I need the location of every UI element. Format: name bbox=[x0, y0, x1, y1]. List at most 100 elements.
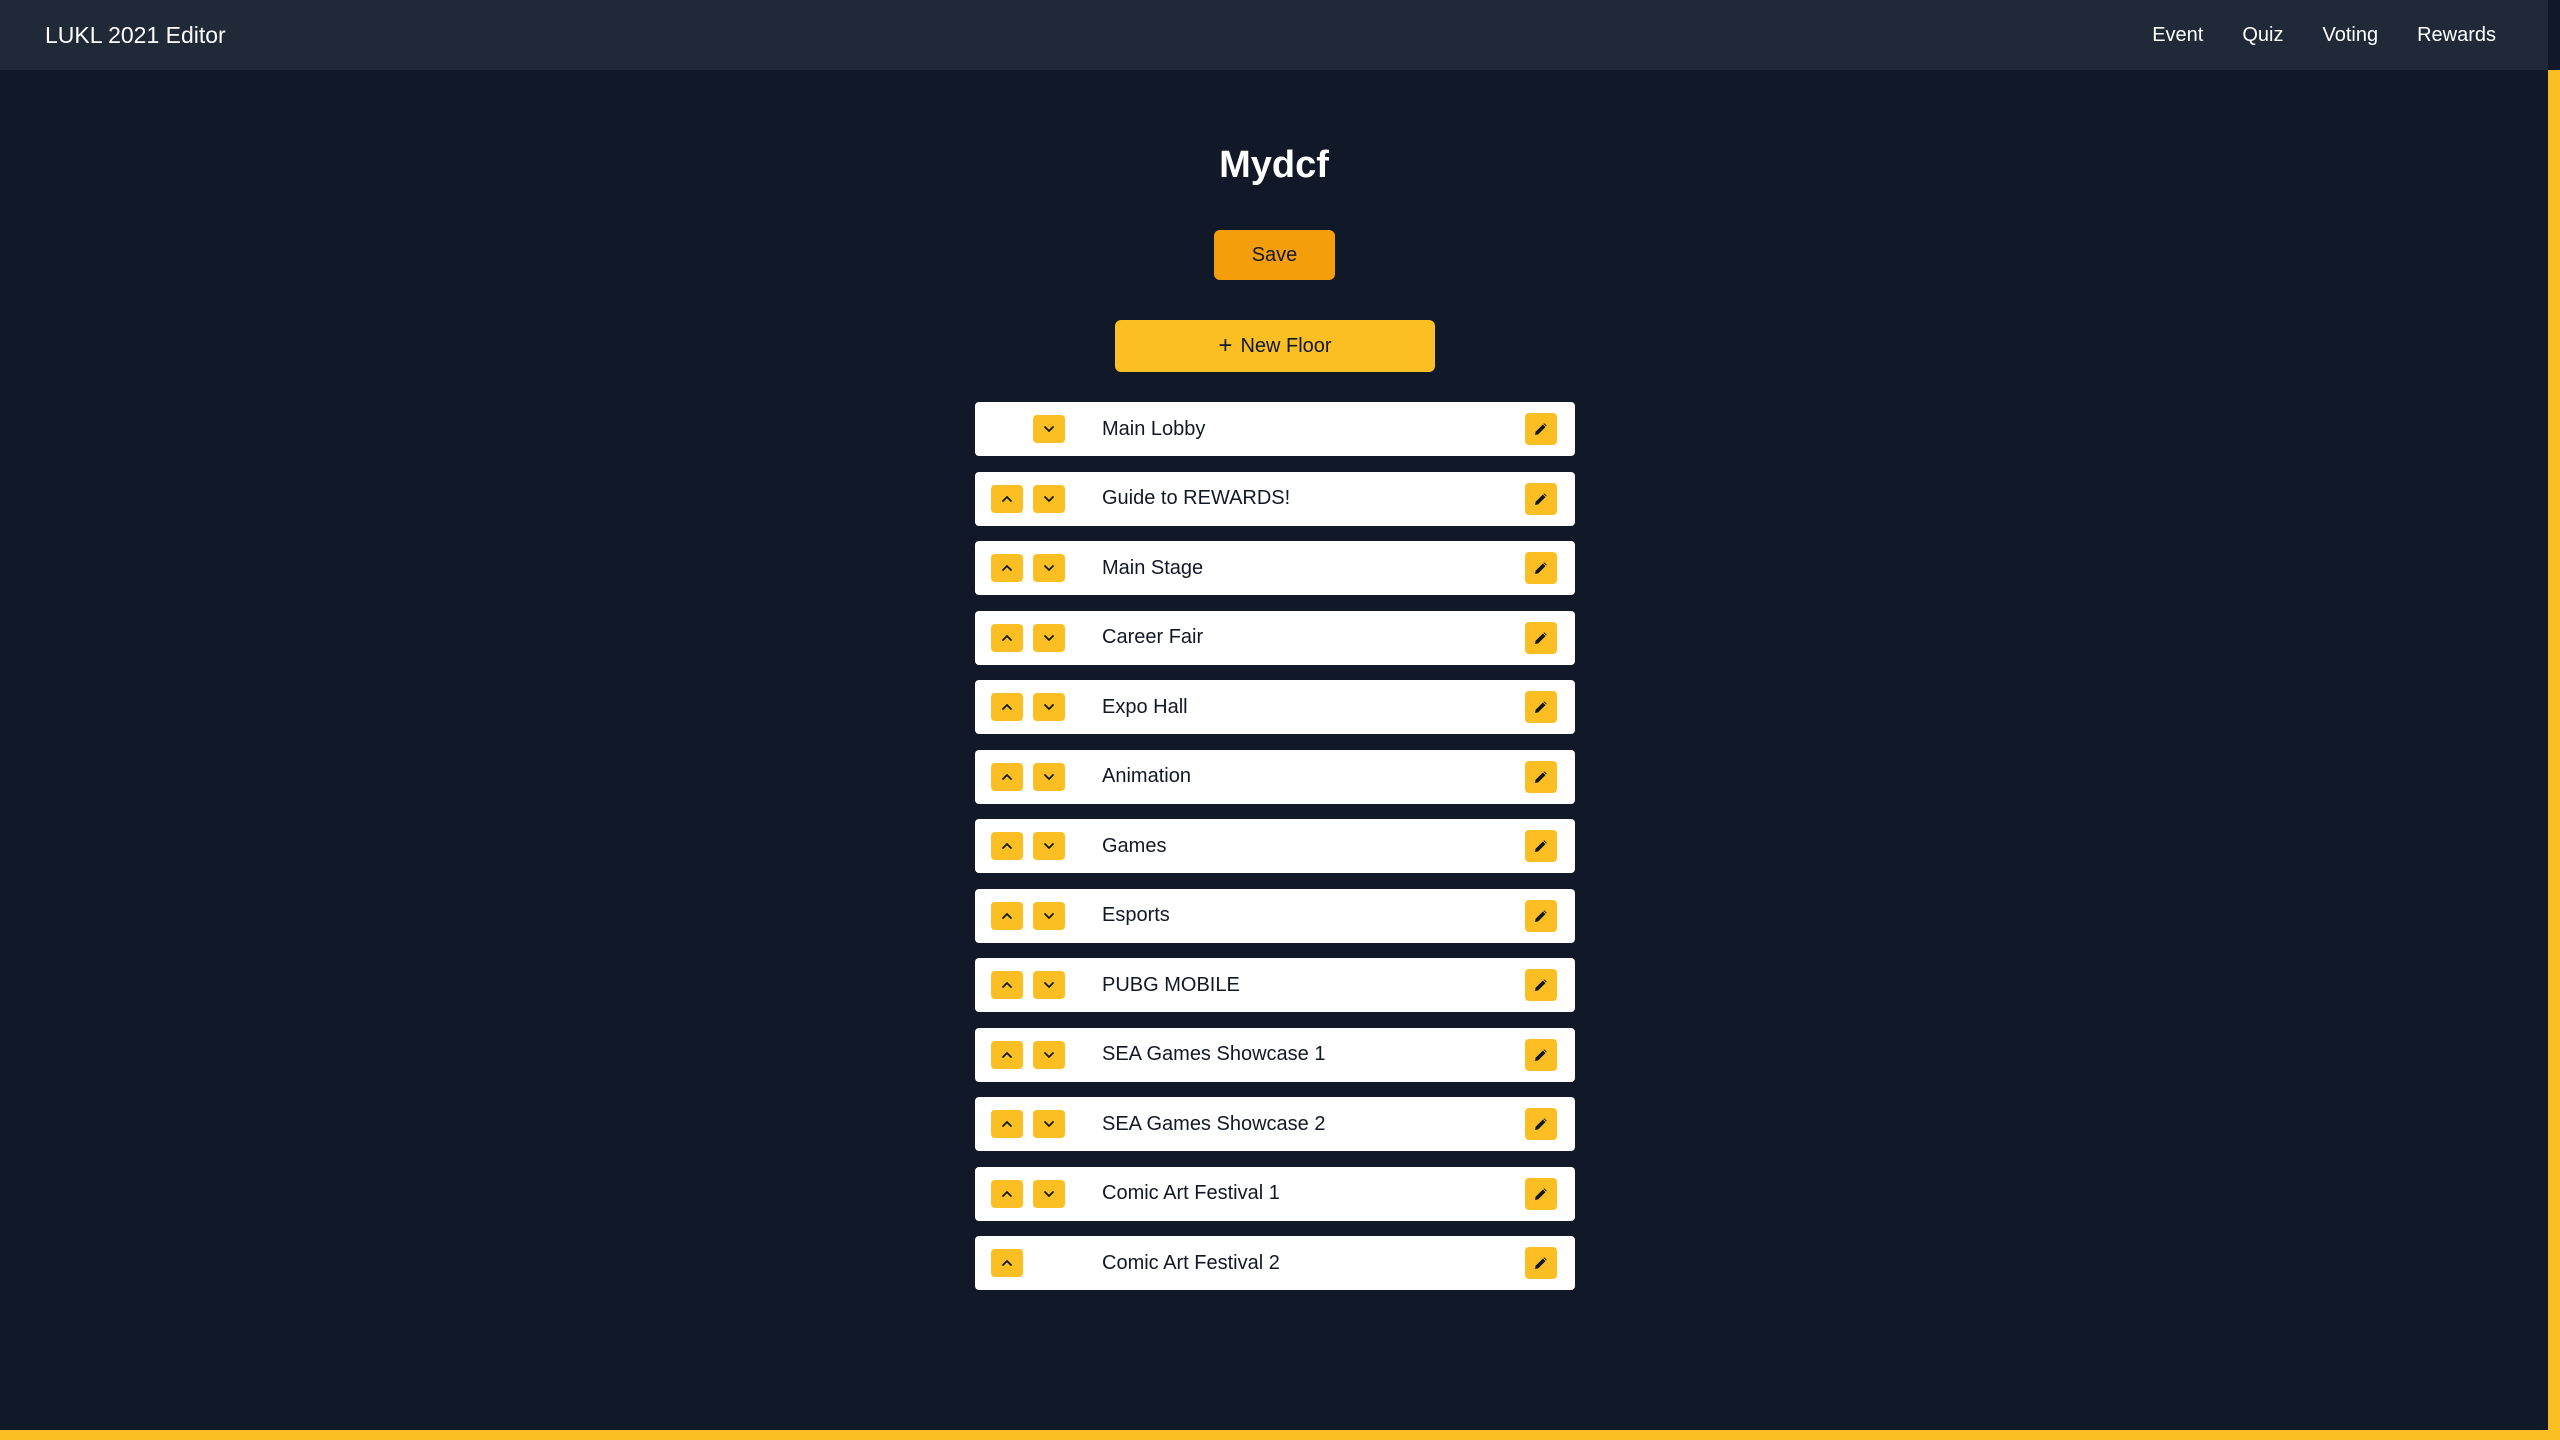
edit-floor-button[interactable] bbox=[1525, 1177, 1557, 1210]
move-down-button[interactable] bbox=[1033, 901, 1065, 930]
move-up-button[interactable] bbox=[991, 693, 1023, 721]
horizontal-scrollbar[interactable] bbox=[0, 1430, 2560, 1440]
pencil-icon bbox=[1535, 770, 1547, 783]
floor-row: Main Lobby bbox=[975, 402, 1575, 456]
chevron-down-icon bbox=[1044, 565, 1054, 571]
floor-row: Animation bbox=[975, 749, 1575, 804]
move-down-button[interactable] bbox=[1033, 415, 1065, 443]
floor-name: SEA Games Showcase 1 bbox=[1102, 1043, 1326, 1065]
floor-row: SEA Games Showcase 1 bbox=[975, 1027, 1575, 1082]
move-up-button[interactable] bbox=[991, 1179, 1023, 1208]
pencil-icon bbox=[1535, 909, 1547, 922]
pencil-icon bbox=[1535, 1187, 1547, 1200]
edit-floor-button[interactable] bbox=[1525, 1247, 1557, 1279]
floor-name: Expo Hall bbox=[1102, 695, 1188, 718]
move-down-button[interactable] bbox=[1033, 971, 1065, 999]
edit-floor-button[interactable] bbox=[1525, 1038, 1557, 1071]
edit-floor-button[interactable] bbox=[1525, 899, 1557, 932]
chevron-up-icon bbox=[1002, 1190, 1012, 1197]
chevron-down-icon bbox=[1044, 634, 1054, 641]
floor-name: Animation bbox=[1102, 765, 1191, 787]
chevron-down-icon bbox=[1044, 982, 1054, 988]
move-down-button[interactable] bbox=[1033, 623, 1065, 652]
top-navbar: LUKL 2021 Editor Event Quiz Voting Rewar… bbox=[0, 0, 2548, 70]
floor-name: Guide to REWARDS! bbox=[1102, 487, 1291, 509]
pencil-icon bbox=[1535, 492, 1547, 505]
chevron-up-icon bbox=[1002, 843, 1012, 849]
floor-row: SEA Games Showcase 2 bbox=[975, 1097, 1575, 1151]
floor-row: Main Stage bbox=[975, 541, 1575, 595]
chevron-up-icon bbox=[1002, 704, 1012, 710]
move-down-button[interactable] bbox=[1033, 554, 1065, 582]
floor-row: Guide to REWARDS! bbox=[975, 471, 1575, 526]
edit-floor-button[interactable] bbox=[1525, 413, 1557, 445]
pencil-icon bbox=[1535, 562, 1547, 574]
move-down-button[interactable] bbox=[1033, 1110, 1065, 1138]
floor-name: Games bbox=[1102, 834, 1167, 857]
edit-floor-button[interactable] bbox=[1525, 1108, 1557, 1140]
chevron-down-icon bbox=[1044, 843, 1054, 849]
edit-floor-button[interactable] bbox=[1525, 830, 1557, 862]
floor-row: Career Fair bbox=[975, 610, 1575, 665]
pencil-icon bbox=[1535, 423, 1547, 435]
move-down-button[interactable] bbox=[1033, 762, 1065, 791]
chevron-down-icon bbox=[1044, 495, 1054, 502]
nav-link-event[interactable]: Event bbox=[2152, 24, 2203, 47]
save-button[interactable]: Save bbox=[1214, 230, 1335, 280]
page-title: Mydcf bbox=[1219, 144, 1329, 186]
pencil-icon bbox=[1535, 979, 1547, 991]
move-up-button[interactable] bbox=[991, 762, 1023, 791]
chevron-down-icon bbox=[1044, 426, 1054, 432]
move-up-button[interactable] bbox=[991, 832, 1023, 860]
edit-floor-button[interactable] bbox=[1525, 760, 1557, 793]
move-down-button[interactable] bbox=[1033, 832, 1065, 860]
pencil-icon bbox=[1535, 1118, 1547, 1130]
move-down-button[interactable] bbox=[1033, 484, 1065, 513]
floor-name: Career Fair bbox=[1102, 626, 1204, 648]
chevron-down-icon bbox=[1044, 1121, 1054, 1127]
floor-name: Main Stage bbox=[1102, 556, 1204, 579]
floor-row: Games bbox=[975, 819, 1575, 873]
move-up-button[interactable] bbox=[991, 1110, 1023, 1138]
chevron-up-icon bbox=[1002, 634, 1012, 641]
edit-floor-button[interactable] bbox=[1525, 691, 1557, 723]
chevron-down-icon bbox=[1044, 1051, 1054, 1058]
app-title[interactable]: LUKL 2021 Editor bbox=[45, 22, 226, 49]
move-up-button[interactable] bbox=[991, 484, 1023, 513]
move-up-button[interactable] bbox=[991, 623, 1023, 652]
scrollbar-track-top bbox=[2548, 0, 2560, 70]
pencil-icon bbox=[1535, 701, 1547, 713]
move-down-button[interactable] bbox=[1033, 693, 1065, 721]
floor-name: PUBG MOBILE bbox=[1102, 973, 1240, 996]
move-up-button[interactable] bbox=[991, 1249, 1023, 1277]
edit-floor-button[interactable] bbox=[1525, 969, 1557, 1001]
nav-link-voting[interactable]: Voting bbox=[2322, 24, 2378, 47]
nav-links: Event Quiz Voting Rewards bbox=[2152, 24, 2496, 47]
vertical-scrollbar[interactable] bbox=[2548, 0, 2560, 1440]
chevron-down-icon bbox=[1044, 1190, 1054, 1197]
chevron-up-icon bbox=[1002, 565, 1012, 571]
edit-floor-button[interactable] bbox=[1525, 552, 1557, 584]
pencil-icon bbox=[1535, 840, 1547, 852]
floor-name: Comic Art Festival 2 bbox=[1102, 1251, 1280, 1274]
move-up-button[interactable] bbox=[991, 971, 1023, 999]
chevron-up-icon bbox=[1002, 773, 1012, 780]
new-floor-button[interactable]: + New Floor bbox=[1115, 320, 1435, 372]
chevron-up-icon bbox=[1002, 1051, 1012, 1058]
chevron-up-icon bbox=[1002, 912, 1012, 919]
chevron-up-icon bbox=[1002, 1121, 1012, 1127]
new-floor-label: New Floor bbox=[1240, 334, 1332, 357]
floor-name: Esports bbox=[1102, 904, 1170, 926]
edit-floor-button[interactable] bbox=[1525, 482, 1557, 515]
move-up-button[interactable] bbox=[991, 554, 1023, 582]
nav-link-quiz[interactable]: Quiz bbox=[2242, 24, 2283, 47]
edit-floor-button[interactable] bbox=[1525, 621, 1557, 654]
nav-link-rewards[interactable]: Rewards bbox=[2417, 24, 2496, 47]
move-down-button[interactable] bbox=[1033, 1040, 1065, 1069]
move-up-button[interactable] bbox=[991, 901, 1023, 930]
floor-row: Comic Art Festival 2 bbox=[975, 1236, 1575, 1290]
move-up-button[interactable] bbox=[991, 1040, 1023, 1069]
chevron-up-icon bbox=[1002, 1260, 1012, 1266]
move-down-button[interactable] bbox=[1033, 1179, 1065, 1208]
pencil-icon bbox=[1535, 631, 1547, 644]
